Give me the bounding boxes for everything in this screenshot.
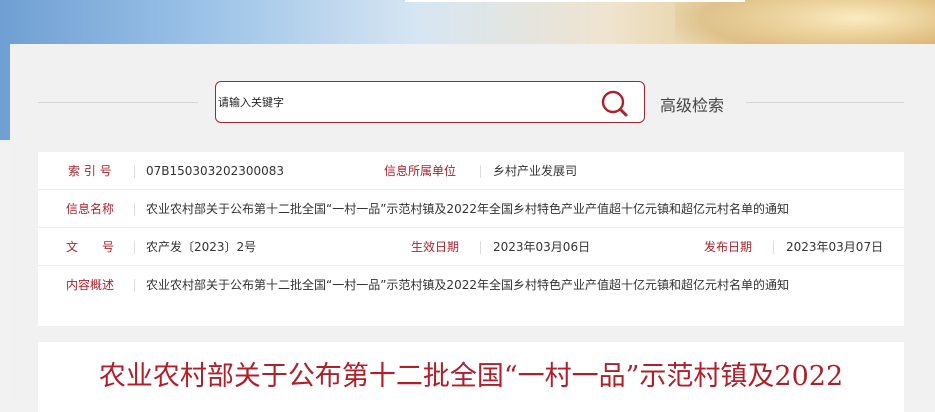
nav-strip xyxy=(405,0,745,2)
separator xyxy=(480,241,481,254)
content-panel: 高级检索 索 引 号 07B150303202300083 信息所属单位 乡村产… xyxy=(10,44,935,412)
index-value: 07B150303202300083 xyxy=(146,164,285,178)
search-row: 高级检索 xyxy=(10,44,935,144)
unit-value: 乡村产业发展司 xyxy=(493,164,578,178)
document-card: 农业农村部关于公布第十二批全国“一村一品”示范村镇及2022 xyxy=(38,342,904,412)
divider-right xyxy=(746,102,904,103)
summary-label: 内容概述 xyxy=(66,278,115,292)
effective-value: 2023年03月06日 xyxy=(493,240,591,254)
info-row-docno: 文 号 农产发〔2023〕2号 生效日期 2023年03月06日 发布日期 20… xyxy=(38,228,904,266)
search-box xyxy=(215,81,645,123)
separator xyxy=(134,165,135,178)
index-label: 索 引 号 xyxy=(68,164,112,178)
summary-value: 农业农村部关于公布第十二批全国“一村一品”示范村镇及2022年全国乡村特色产业产… xyxy=(146,278,789,292)
effective-label: 生效日期 xyxy=(411,240,460,254)
document-title: 农业农村部关于公布第十二批全国“一村一品”示范村镇及2022 xyxy=(98,361,844,392)
unit-label: 信息所属单位 xyxy=(384,164,457,178)
publish-label: 发布日期 xyxy=(704,240,753,254)
divider-left xyxy=(38,102,198,103)
separator xyxy=(134,241,135,254)
separator xyxy=(134,203,135,216)
info-row-name: 信息名称 农业农村部关于公布第十二批全国“一村一品”示范村镇及2022年全国乡村… xyxy=(38,190,904,228)
search-input[interactable] xyxy=(216,82,588,122)
docno-value: 农产发〔2023〕2号 xyxy=(146,240,257,254)
info-table: 索 引 号 07B150303202300083 信息所属单位 乡村产业发展司 … xyxy=(38,152,904,326)
separator xyxy=(134,279,135,292)
info-row-summary: 内容概述 农业农村部关于公布第十二批全国“一村一品”示范村镇及2022年全国乡村… xyxy=(38,266,904,304)
separator xyxy=(773,241,774,254)
name-label: 信息名称 xyxy=(66,202,115,216)
advanced-search-link[interactable]: 高级检索 xyxy=(660,92,724,116)
separator xyxy=(480,165,481,178)
search-button[interactable] xyxy=(598,88,632,118)
docno-label: 文 号 xyxy=(66,240,115,254)
publish-value: 2023年03月07日 xyxy=(786,240,884,254)
search-icon xyxy=(601,90,628,117)
info-row-index: 索 引 号 07B150303202300083 信息所属单位 乡村产业发展司 xyxy=(38,152,904,190)
name-value: 农业农村部关于公布第十二批全国“一村一品”示范村镇及2022年全国乡村特色产业产… xyxy=(146,202,789,216)
